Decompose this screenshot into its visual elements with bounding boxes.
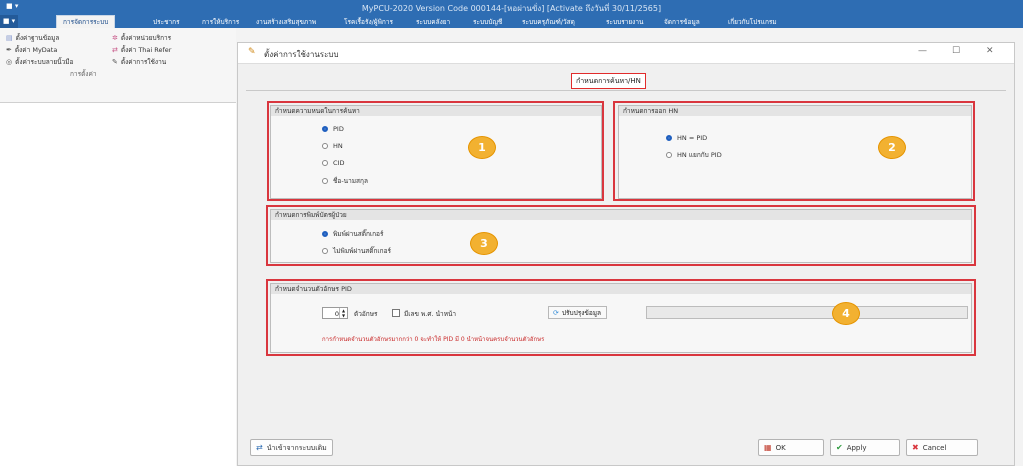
window-title: MyPCU-2020 Version Code 000144-[หอผ่านขั… — [361, 4, 662, 13]
ribbon-panel: ▤ ตั้งค่าฐานข้อมูล ✲ ตั้งค่าหน่วยบริการ ✒ ต… — [0, 28, 236, 103]
dialog-title-bar: ✎ ตั้งค่าการใช้งานระบบ — ☐ ✕ — [238, 43, 1014, 64]
menu-population[interactable]: ประชากร — [153, 17, 180, 27]
radio-search-name[interactable]: ชื่อ-นามสกุล — [322, 176, 368, 186]
menu-reports[interactable]: ระบบรายงาน — [606, 17, 643, 27]
radio-no-print-sticker[interactable]: ไม่พิมพ์ผ่านสติ๊กเกอร์ — [322, 246, 391, 256]
minimize-button[interactable]: — — [918, 46, 927, 56]
radio-unselected-icon — [322, 248, 328, 254]
cancel-button[interactable]: ✖ Cancel — [906, 439, 978, 456]
import-arrows-icon: ⇄ — [256, 443, 263, 452]
menu-chronic-disease[interactable]: โรคเรื้อรัง/ผู้พิการ — [344, 17, 393, 27]
pid-digits-label: ตัวอักษร — [354, 310, 378, 318]
settings-dialog: ✎ ตั้งค่าการใช้งานระบบ — ☐ ✕ กำหนดการค้น… — [237, 42, 1015, 466]
radio-selected-icon — [322, 126, 328, 132]
maximize-button[interactable]: ☐ — [952, 46, 960, 56]
radio-unselected-icon — [322, 143, 328, 149]
callout-badge-2: 2 — [878, 136, 906, 159]
wrench-icon: ✎ — [112, 58, 118, 66]
buddhist-year-prefix-checkbox[interactable]: มีเลข พ.ศ. นำหน้า — [392, 309, 456, 319]
menu-services[interactable]: การให้บริการ — [202, 17, 239, 27]
menu-about[interactable]: เกี่ยวกับโปรแกรม — [728, 17, 777, 27]
ribbon-thai-refer-settings[interactable]: ⇄ ตั้งค่า Thai Refer — [112, 45, 171, 55]
gear-icon: ✲ — [112, 34, 118, 42]
ribbon-database-settings[interactable]: ▤ ตั้งค่าฐานข้อมูล — [6, 33, 59, 43]
radio-selected-icon — [666, 135, 672, 141]
transfer-icon: ⇄ — [112, 46, 118, 54]
callout-badge-4: 4 — [832, 302, 860, 325]
radio-hn-separate-pid[interactable]: HN แยกกับ PID — [666, 150, 722, 160]
wrench-icon: ✎ — [248, 47, 256, 57]
menu-health-promotion[interactable]: งานสร้างเสริมสุขภาพ — [256, 17, 316, 27]
radio-unselected-icon — [322, 160, 328, 166]
workspace-left — [0, 103, 236, 466]
check-circle-icon: ✔ — [836, 443, 843, 452]
update-data-button[interactable]: ⟳ ปรับปรุงข้อมูล — [548, 306, 608, 319]
menu-bar: ■ ▾ การจัดการระบบ ประชากร การให้บริการ ง… — [0, 15, 1023, 29]
database-icon: ▤ — [6, 34, 13, 42]
apply-button[interactable]: ✔ Apply — [830, 439, 900, 456]
radio-selected-icon — [322, 231, 328, 237]
ribbon-mydata-settings[interactable]: ✒ ตั้งค่า MyData — [6, 45, 57, 55]
radio-hn-equals-pid[interactable]: HN = PID — [666, 134, 707, 142]
ok-button[interactable]: ▦ OK — [758, 439, 824, 456]
highlight-box-1 — [267, 101, 604, 201]
menu-data-management[interactable]: จัดการข้อมูล — [664, 17, 700, 27]
pid-warning-text: การกำหนดจำนวนตัวอักษรมากกว่า 0 จะทำให้ P… — [322, 336, 545, 343]
ribbon-service-unit-settings[interactable]: ✲ ตั้งค่าหน่วยบริการ — [112, 33, 171, 43]
radio-unselected-icon — [666, 152, 672, 158]
feather-icon: ✒ — [6, 46, 12, 54]
tab-divider — [246, 90, 1006, 91]
menu-accounting[interactable]: ระบบบัญชี — [473, 17, 502, 27]
dialog-title: ตั้งค่าการใช้งานระบบ — [264, 50, 339, 59]
title-bar: ■ ▾ MyPCU-2020 Version Code 000144-[หอผ่… — [0, 0, 1023, 15]
checkbox-icon — [392, 309, 400, 317]
ribbon-fingerprint-settings[interactable]: ◎ ตั้งค่าระบบลายนิ้วมือ — [6, 57, 73, 67]
file-menu-button[interactable]: ■ ▾ — [0, 15, 18, 28]
radio-search-hn[interactable]: HN — [322, 142, 343, 150]
menu-system-management[interactable]: การจัดการระบบ — [56, 15, 116, 29]
calendar-check-icon: ▦ — [764, 443, 772, 452]
ribbon-usage-settings[interactable]: ✎ ตั้งค่าการใช้งาน — [112, 57, 166, 67]
pid-digits-stepper[interactable]: 0 ▲ ▼ — [322, 307, 348, 319]
radio-search-pid[interactable]: PID — [322, 125, 344, 133]
tab-search-hn[interactable]: กำหนดการค้นหา/HN — [571, 73, 646, 89]
radio-print-sticker[interactable]: พิมพ์ผ่านสติ๊กเกอร์ — [322, 229, 383, 239]
refresh-icon: ⟳ — [553, 309, 559, 317]
import-from-old-system-button[interactable]: ⇄ นำเข้าจากระบบเดิม — [250, 439, 333, 456]
menu-equipment[interactable]: ระบบครุภัณฑ์/วัสดุ — [522, 17, 575, 27]
close-button[interactable]: ✕ — [986, 46, 994, 56]
menu-drug-inventory[interactable]: ระบบคลังยา — [416, 17, 450, 27]
ribbon-group-label: การตั้งค่า — [70, 70, 97, 78]
stepper-arrows-icon[interactable]: ▲ ▼ — [339, 308, 347, 318]
radio-unselected-icon — [322, 178, 328, 184]
pid-progress-field — [646, 306, 968, 319]
callout-badge-1: 1 — [468, 136, 496, 159]
cancel-circle-icon: ✖ — [912, 443, 919, 452]
fingerprint-icon: ◎ — [6, 58, 13, 66]
callout-badge-3: 3 — [470, 232, 498, 255]
radio-search-cid[interactable]: CID — [322, 159, 344, 167]
